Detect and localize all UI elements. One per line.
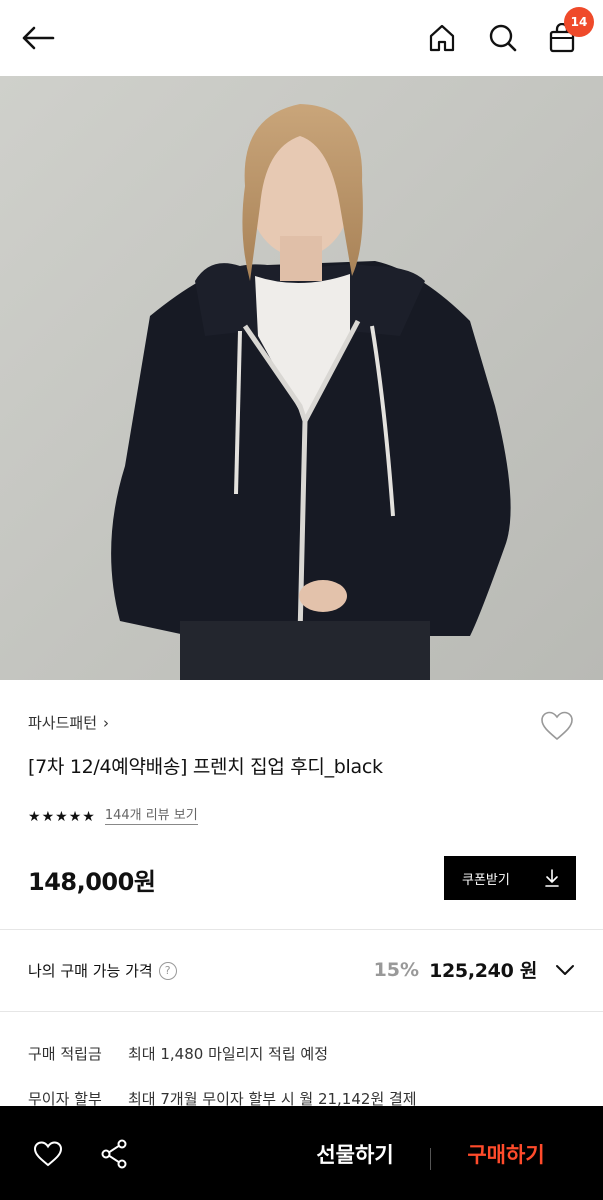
my-price-toggle[interactable]: 15% 125,240 원 [374, 956, 575, 983]
product-price: 148,000원 [28, 868, 156, 896]
star-icon: ★ [68, 808, 82, 825]
brand-name: 파사드패턴 [28, 714, 98, 732]
back-button[interactable] [18, 18, 58, 58]
coupon-button[interactable]: 쿠폰받기 [444, 856, 576, 900]
download-icon [545, 869, 559, 887]
wishlist-button[interactable] [537, 706, 577, 746]
mileage-label: 구매 적립금 [28, 1045, 102, 1063]
product-photo [0, 76, 603, 680]
my-price-text: 나의 구매 가능 가격 [28, 962, 153, 980]
top-app-bar: 14 [0, 0, 603, 76]
home-button[interactable] [422, 18, 462, 58]
section-divider [0, 929, 603, 930]
coupon-label: 쿠폰받기 [462, 872, 510, 888]
star-icon: ★ [55, 808, 68, 825]
star-icon: ★ [28, 808, 41, 825]
share-button[interactable] [96, 1136, 132, 1172]
chevron-right-icon: › [103, 713, 110, 732]
my-price-label: 나의 구매 가능 가격 ? [28, 960, 177, 981]
product-title: [7차 12/4예약배송] 프렌치 집업 후디_black [28, 756, 383, 778]
search-button[interactable] [483, 18, 523, 58]
mileage-value: 최대 1,480 마일리지 적립 예정 [128, 1045, 329, 1063]
buy-button[interactable]: 구매하기 [450, 1136, 562, 1172]
chevron-down-icon [556, 964, 574, 975]
final-price: 125,240 원 [429, 960, 537, 982]
home-icon [429, 24, 455, 52]
cart-count-badge: 14 [564, 7, 594, 37]
arrow-left-icon [22, 26, 55, 50]
brand-link[interactable]: 파사드패턴 › [28, 712, 109, 733]
section-divider [0, 1011, 603, 1012]
share-icon [101, 1139, 127, 1169]
review-link[interactable]: 144개 리뷰 보기 [104, 808, 198, 825]
star-rating: ★ ★ ★ ★ ★ [28, 810, 95, 824]
gift-button[interactable]: 선물하기 [300, 1136, 410, 1172]
rating-summary: ★ ★ ★ ★ ★ 144개 리뷰 보기 [28, 808, 198, 825]
info-icon[interactable]: ? [158, 961, 177, 980]
star-icon: ★ [41, 808, 55, 825]
star-icon: ★ [82, 808, 95, 825]
bottom-action-bar: 선물하기 구매하기 [0, 1106, 603, 1200]
product-image[interactable] [0, 76, 603, 680]
discount-rate: 15% [373, 958, 420, 981]
heart-icon [541, 711, 573, 741]
mileage-row: 구매 적립금 최대 1,480 마일리지 적립 예정 [28, 1043, 328, 1064]
heart-icon [33, 1141, 63, 1167]
bottom-wishlist-button[interactable] [30, 1136, 66, 1172]
bottom-divider [430, 1148, 431, 1170]
search-icon [489, 24, 517, 52]
